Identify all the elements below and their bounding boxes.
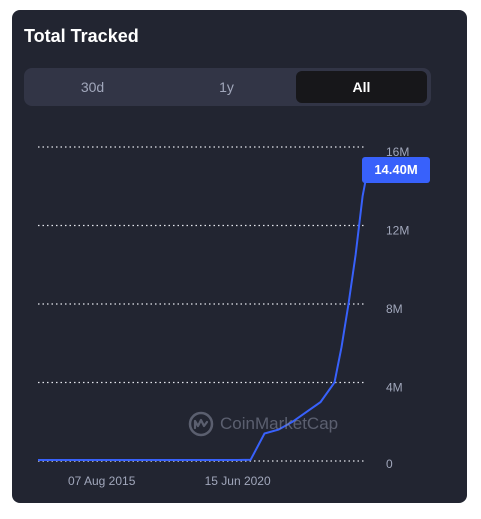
y-tick-label: 4M [386, 381, 403, 395]
current-value-badge: 14.40M [362, 157, 430, 183]
y-tick-label: 12M [386, 224, 409, 238]
x-tick-label: 15 Jun 2020 [205, 474, 271, 488]
watermark: CoinMarketCap [188, 406, 338, 442]
x-axis-ticks: 07 Aug 2015 15 Jun 2020 [68, 474, 271, 488]
y-tick-label: 0 [386, 457, 393, 471]
coinmarketcap-logo-icon [188, 411, 214, 437]
x-tick-label: 07 Aug 2015 [68, 474, 136, 488]
y-tick-label: 8M [386, 302, 403, 316]
y-axis-ticks: 04M8M12M16M [386, 145, 409, 471]
watermark-text: CoinMarketCap [220, 414, 339, 433]
